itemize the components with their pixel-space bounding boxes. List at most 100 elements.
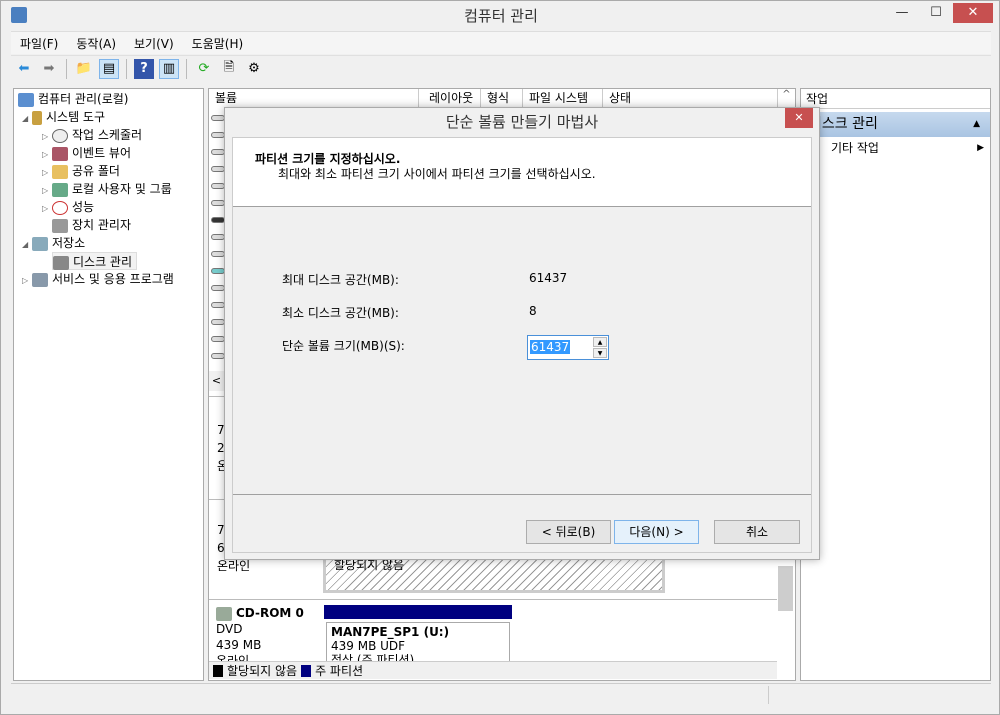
min-size-value: 8: [529, 304, 537, 318]
shared-folder-icon: [52, 164, 68, 179]
storage-icon: [32, 236, 48, 251]
tree-item-disk-management[interactable]: 디스크 관리: [52, 252, 138, 270]
scroll-up-icon[interactable]: ^: [778, 89, 795, 107]
tree-item-services[interactable]: ▷ 서비스 및 응용 프로그램: [22, 270, 174, 288]
back-icon[interactable]: ⬅: [14, 59, 34, 79]
tree-item-event-viewer[interactable]: ▷ 이벤트 뷰어: [42, 144, 131, 162]
volume-size-input[interactable]: 61437: [530, 340, 571, 354]
tree-item-performance[interactable]: ▷ 성능: [42, 198, 94, 216]
navigation-tree: 컴퓨터 관리(로컬) ◢ 시스템 도구 ▷ 작업 스케줄러 ▷ 이벤트 뷰어 ▷ 공유 …: [13, 88, 204, 681]
collapsed-arrow-icon[interactable]: ▷: [22, 272, 32, 290]
expanded-arrow-icon[interactable]: ◢: [22, 236, 32, 254]
tree-item-system-tools[interactable]: ◢ 시스템 도구: [22, 108, 105, 126]
volume-icon: [211, 200, 225, 206]
minimize-button[interactable]: —: [889, 3, 915, 23]
column-volume[interactable]: 볼륨: [209, 89, 419, 107]
divider: [126, 58, 127, 79]
volume-icon: [211, 302, 225, 308]
actions-section-disk-management[interactable]: 디스크 관리 ▲: [801, 112, 990, 137]
volume-icon: [211, 234, 225, 240]
back-button[interactable]: < 뒤로(B): [526, 520, 611, 544]
column-layout[interactable]: 레이아웃: [419, 89, 481, 107]
menu-bar: 파일(F) 동작(A) 보기(V) 도움말(H): [11, 31, 991, 54]
maximize-button[interactable]: ☐: [923, 3, 949, 23]
volume-icon: [211, 149, 225, 155]
tree-item-task-scheduler[interactable]: ▷ 작업 스케줄러: [42, 126, 142, 144]
volume-icon: [211, 353, 225, 359]
divider: [186, 58, 187, 79]
volume-icon: [211, 115, 225, 121]
volume-icon: [211, 217, 225, 223]
next-button[interactable]: 다음(N) >: [614, 520, 699, 544]
device-manager-icon: [52, 218, 68, 233]
legend-swatch-primary: [301, 664, 312, 677]
vertical-scrollbar-thumb[interactable]: [778, 566, 793, 611]
collapsed-arrow-icon[interactable]: ▷: [42, 200, 52, 218]
event-viewer-icon: [52, 146, 68, 161]
help-icon[interactable]: ?: [134, 58, 154, 79]
volume-icon: [211, 268, 225, 274]
decrement-icon[interactable]: ▼: [593, 348, 607, 358]
disk-icon: [53, 255, 69, 270]
max-size-label: 최대 디스크 공간(MB):: [282, 273, 399, 287]
cdrom-icon: [216, 606, 232, 621]
volume-icon: [211, 251, 225, 257]
menu-view[interactable]: 보기(V): [125, 35, 183, 52]
menu-help[interactable]: 도움말(H): [183, 35, 253, 52]
expanded-arrow-icon[interactable]: ◢: [22, 110, 32, 128]
tree-item-device-manager[interactable]: 장치 관리자: [52, 216, 131, 234]
volume-icon: [211, 132, 225, 138]
show-tree-icon[interactable]: ▤: [99, 58, 119, 79]
wizard-subheading: 최대와 최소 파티션 크기 사이에서 파티션 크기를 선택하십시오.: [278, 167, 596, 181]
tree-item-local-users[interactable]: ▷ 로컬 사용자 및 그룹: [42, 180, 172, 198]
column-file-system[interactable]: 파일 시스템: [523, 89, 603, 107]
actions-item-more[interactable]: 기타 작업 ▶: [831, 139, 986, 157]
forward-icon[interactable]: ➡: [39, 59, 59, 79]
collapse-icon[interactable]: ▲: [973, 112, 980, 137]
computer-icon: [18, 92, 34, 107]
volume-icon: [211, 336, 225, 342]
users-icon: [52, 182, 68, 197]
volume-icon: [211, 183, 225, 189]
tree-item-storage[interactable]: ◢ 저장소: [22, 234, 85, 252]
cdrom-info: CD-ROM 0 DVD 439 MB 온라인: [216, 606, 304, 661]
up-folder-icon[interactable]: 📁: [74, 59, 94, 79]
dialog-title: 단순 볼륨 만들기 마법사: [445, 113, 599, 131]
legend-swatch-unallocated: [213, 664, 223, 677]
volume-icon: [211, 166, 225, 172]
column-status[interactable]: 상태: [603, 89, 778, 107]
refresh-icon[interactable]: ⟳: [194, 59, 214, 79]
divider: [209, 599, 777, 600]
divider: [66, 58, 67, 79]
divider: [768, 686, 769, 704]
submenu-arrow-icon: ▶: [977, 143, 984, 153]
volume-size-stepper[interactable]: 61437 ▲ ▼: [527, 335, 609, 360]
services-icon: [32, 272, 48, 287]
dialog-body: 파티션 크기를 지정하십시오. 최대와 최소 파티션 크기 사이에서 파티션 크…: [232, 137, 812, 553]
export-icon[interactable]: ⚙: [244, 59, 264, 79]
unallocated-partition[interactable]: 할당되지 않음: [323, 556, 665, 593]
tree-item-shared-folders[interactable]: ▷ 공유 폴더: [42, 162, 120, 180]
close-button[interactable]: ✕: [953, 3, 993, 23]
divider: [233, 494, 811, 495]
legend: 할당되지 않음 주 파티션: [209, 661, 777, 679]
actions-header: 작업: [801, 89, 990, 109]
show-action-pane-icon[interactable]: ▥: [159, 58, 179, 79]
scroll-left-icon[interactable]: <: [209, 371, 224, 391]
column-type[interactable]: 형식: [481, 89, 523, 107]
performance-icon: [52, 200, 68, 215]
properties-icon[interactable]: 🗎: [219, 59, 239, 79]
window-title: 컴퓨터 관리: [464, 7, 538, 25]
menu-action[interactable]: 동작(A): [67, 35, 125, 52]
main-window: 컴퓨터 관리 — ☐ ✕ 파일(F) 동작(A) 보기(V) 도움말(H) ⬅ …: [0, 0, 1000, 715]
cdrom-volume[interactable]: MAN7PE_SP1 (U:) 439 MB UDF 정상 (주 파티션): [326, 622, 510, 662]
volume-icon: [211, 319, 225, 325]
clock-icon: [52, 128, 68, 143]
dialog-close-button[interactable]: ✕: [785, 108, 813, 128]
tree-item-root[interactable]: 컴퓨터 관리(로컬): [18, 90, 128, 108]
menu-file[interactable]: 파일(F): [11, 35, 67, 52]
cancel-button[interactable]: 취소: [714, 520, 800, 544]
increment-icon[interactable]: ▲: [593, 337, 607, 347]
tools-icon: [32, 110, 42, 125]
toolbar: ⬅ ➡ 📁 ▤ ? ▥ ⟳ 🗎 ⚙: [11, 55, 991, 81]
